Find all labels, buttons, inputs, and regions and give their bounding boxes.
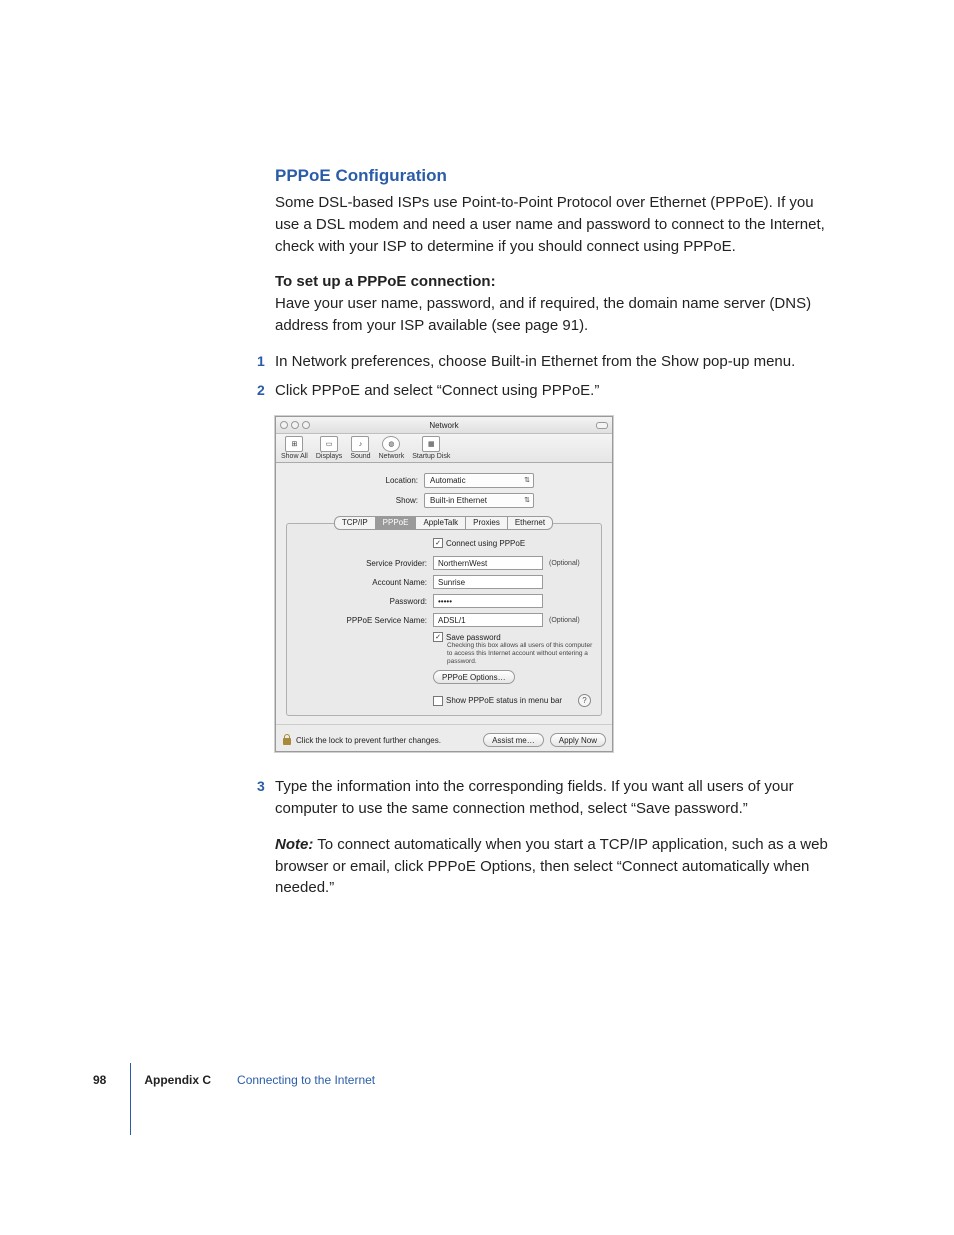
connect-checkbox-label: Connect using PPPoE	[446, 539, 525, 548]
chevron-updown-icon: ⇅	[524, 478, 530, 484]
toolbar-displays[interactable]: ▭ Displays	[316, 436, 342, 460]
pppoe-panel: ✓ Connect using PPPoE Service Provider: …	[286, 523, 602, 716]
disk-icon: ▦	[422, 436, 440, 452]
location-label: Location:	[286, 476, 424, 485]
toolbar-toggle-icon[interactable]	[596, 422, 608, 429]
account-name-input[interactable]: Sunrise	[433, 575, 543, 589]
toolbar-sound[interactable]: ♪ Sound	[350, 436, 370, 460]
step-number: 2	[257, 380, 265, 400]
tab-tcpip[interactable]: TCP/IP	[334, 516, 376, 530]
optional-tag: (Optional)	[549, 617, 580, 624]
network-preferences-window: Network ⊞ Show All ▭ Displays ♪ Sound ◍ …	[275, 416, 613, 752]
step-1: 1 In Network preferences, choose Built-i…	[275, 351, 835, 373]
connect-checkbox[interactable]: ✓	[433, 538, 443, 548]
lock-icon[interactable]	[282, 734, 292, 746]
grid-icon: ⊞	[285, 436, 303, 452]
location-select[interactable]: Automatic ⇅	[424, 473, 534, 488]
save-password-label: Save password	[446, 633, 501, 642]
status-menubar-label: Show PPPoE status in menu bar	[446, 696, 562, 705]
globe-icon: ◍	[382, 436, 400, 452]
window-title: Network	[276, 421, 612, 430]
service-provider-input[interactable]: NorthernWest	[433, 556, 543, 570]
account-name-label: Account Name:	[295, 578, 433, 587]
service-name-label: PPPoE Service Name:	[295, 616, 433, 625]
optional-tag: (Optional)	[549, 560, 580, 567]
service-provider-label: Service Provider:	[295, 559, 433, 568]
save-password-note: Checking this box allows all users of th…	[433, 642, 597, 665]
toolbar-startup[interactable]: ▦ Startup Disk	[412, 436, 450, 460]
appendix-label: Appendix C	[144, 1073, 211, 1087]
tab-proxies[interactable]: Proxies	[465, 516, 508, 530]
note-paragraph: Note: To connect automatically when you …	[275, 834, 835, 899]
service-name-input[interactable]: ADSL/1	[433, 613, 543, 627]
display-icon: ▭	[320, 436, 338, 452]
step-number: 3	[257, 776, 265, 796]
help-icon[interactable]: ?	[578, 694, 591, 707]
step-2: 2 Click PPPoE and select “Connect using …	[275, 380, 835, 402]
show-select[interactable]: Built-in Ethernet ⇅	[424, 493, 534, 508]
password-input[interactable]: •••••	[433, 594, 543, 608]
setup-paragraph: To set up a PPPoE connection: Have your …	[275, 271, 835, 336]
tabs: TCP/IP PPPoE AppleTalk Proxies Ethernet	[286, 516, 602, 530]
step-number: 1	[257, 351, 265, 371]
intro-paragraph: Some DSL-based ISPs use Point-to-Point P…	[275, 192, 835, 257]
appendix-title: Connecting to the Internet	[237, 1073, 375, 1087]
note-text: To connect automatically when you start …	[275, 836, 828, 897]
toolbar-showall[interactable]: ⊞ Show All	[281, 436, 308, 460]
tab-ethernet[interactable]: Ethernet	[507, 516, 553, 530]
step-2-text: Click PPPoE and select “Connect using PP…	[275, 382, 599, 399]
pppoe-options-button[interactable]: PPPoE Options…	[433, 670, 515, 684]
step-3-text: Type the information into the correspond…	[275, 778, 794, 817]
page-number: 98	[93, 1073, 106, 1087]
assist-me-button[interactable]: Assist me…	[483, 733, 544, 747]
tab-appletalk[interactable]: AppleTalk	[415, 516, 466, 530]
apply-now-button[interactable]: Apply Now	[550, 733, 606, 747]
note-label: Note:	[275, 836, 313, 853]
save-password-checkbox[interactable]: ✓	[433, 632, 443, 642]
step-3: 3 Type the information into the correspo…	[275, 776, 835, 820]
sound-icon: ♪	[351, 436, 369, 452]
section-heading: PPPoE Configuration	[275, 166, 835, 186]
tab-pppoe[interactable]: PPPoE	[375, 516, 417, 530]
prefs-toolbar: ⊞ Show All ▭ Displays ♪ Sound ◍ Network …	[276, 434, 612, 463]
setup-bold: To set up a PPPoE connection:	[275, 273, 496, 290]
chevron-updown-icon: ⇅	[524, 498, 530, 504]
password-label: Password:	[295, 597, 433, 606]
window-titlebar: Network	[276, 417, 612, 434]
show-label: Show:	[286, 496, 424, 505]
setup-text: Have your user name, password, and if re…	[275, 295, 811, 334]
page-footer: 98 Appendix C Connecting to the Internet	[93, 1073, 375, 1087]
lock-text: Click the lock to prevent further change…	[296, 736, 441, 745]
status-menubar-checkbox[interactable]	[433, 696, 443, 706]
step-1-text: In Network preferences, choose Built-in …	[275, 353, 795, 370]
toolbar-network[interactable]: ◍ Network	[379, 436, 405, 460]
